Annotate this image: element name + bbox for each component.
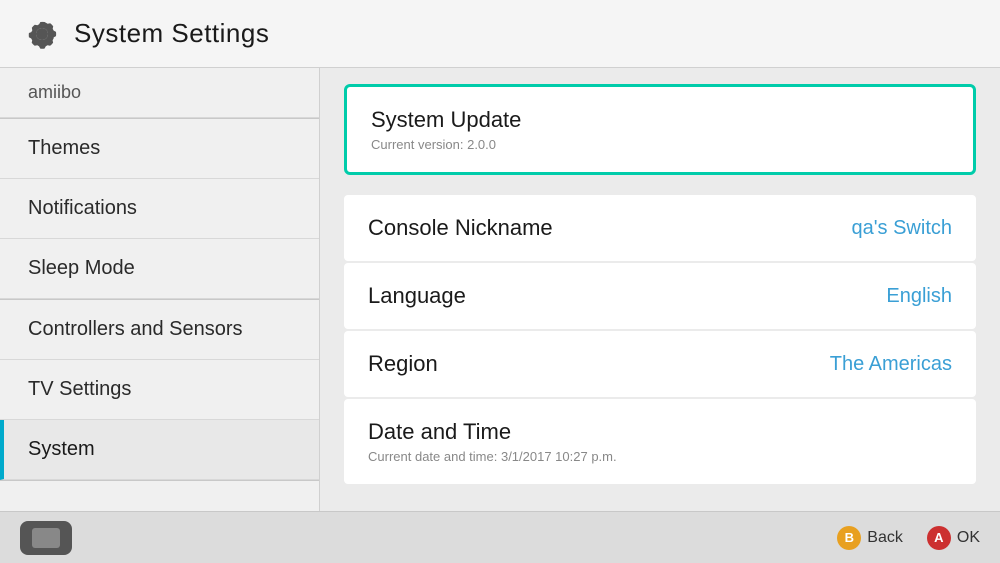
system-update-title: System Update <box>371 107 521 133</box>
region-value: The Americas <box>830 353 952 376</box>
gear-icon <box>24 16 60 52</box>
sidebar-item-notifications[interactable]: Notifications <box>0 179 319 239</box>
console-screen <box>32 528 60 548</box>
ok-button[interactable]: A OK <box>927 526 980 550</box>
page-title: System Settings <box>74 18 269 49</box>
date-time-subtitle: Current date and time: 3/1/2017 10:27 p.… <box>368 449 617 464</box>
content-panel: System Update Current version: 2.0.0 Con… <box>320 68 1000 511</box>
console-icon <box>20 521 72 555</box>
main-layout: amiibo Themes Notifications Sleep Mode C… <box>0 68 1000 511</box>
b-button-circle: B <box>837 526 861 550</box>
language-title: Language <box>368 283 466 309</box>
content-item-date-time[interactable]: Date and Time Current date and time: 3/1… <box>344 399 976 484</box>
content-item-system-update[interactable]: System Update Current version: 2.0.0 <box>344 84 976 175</box>
sidebar-item-tv-settings[interactable]: TV Settings <box>0 360 319 420</box>
header: System Settings <box>0 0 1000 68</box>
sidebar-item-system[interactable]: System <box>0 420 319 480</box>
console-nickname-value: qa's Switch <box>851 217 952 240</box>
system-update-subtitle: Current version: 2.0.0 <box>371 137 521 152</box>
sidebar-item-amiibo[interactable]: amiibo <box>0 68 319 118</box>
console-nickname-title: Console Nickname <box>368 215 553 241</box>
back-label: Back <box>867 529 903 547</box>
footer: B Back A OK <box>0 511 1000 563</box>
a-button-circle: A <box>927 526 951 550</box>
content-item-console-nickname[interactable]: Console Nickname qa's Switch <box>344 195 976 261</box>
sidebar-item-themes[interactable]: Themes <box>0 119 319 179</box>
date-time-title: Date and Time <box>368 419 617 445</box>
content-item-region[interactable]: Region The Americas <box>344 331 976 397</box>
back-button[interactable]: B Back <box>837 526 903 550</box>
sidebar: amiibo Themes Notifications Sleep Mode C… <box>0 68 320 511</box>
sidebar-item-controllers-sensors[interactable]: Controllers and Sensors <box>0 300 319 360</box>
sidebar-item-sleep-mode[interactable]: Sleep Mode <box>0 239 319 299</box>
region-title: Region <box>368 351 438 377</box>
footer-buttons: B Back A OK <box>837 526 980 550</box>
console-icon-area <box>20 521 72 555</box>
ok-label: OK <box>957 529 980 547</box>
content-item-language[interactable]: Language English <box>344 263 976 329</box>
language-value: English <box>886 285 952 308</box>
